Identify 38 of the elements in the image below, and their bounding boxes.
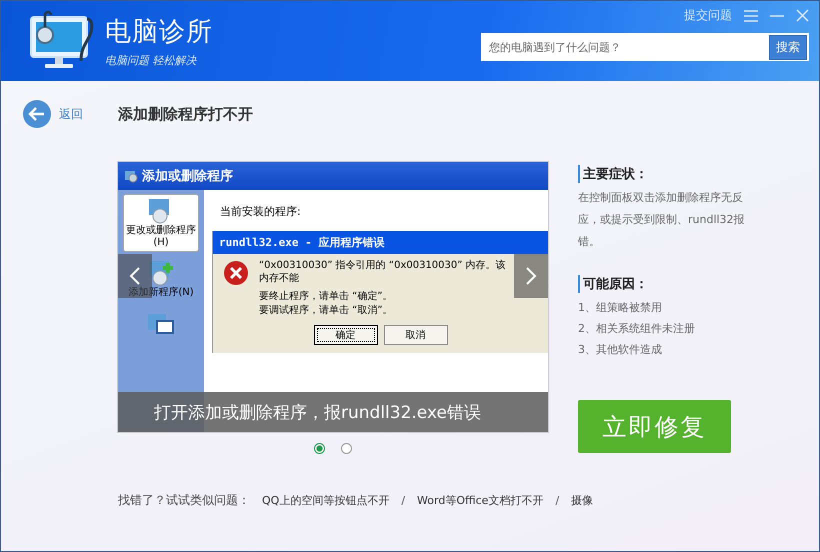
program-icon (124, 169, 138, 183)
slide-caption: 打开添加或删除程序，报rundll32.exe错误 (118, 392, 548, 432)
related-question-link[interactable]: QQ上的空间等按钮点不开 (262, 493, 390, 508)
back-link[interactable]: 返回 (23, 100, 118, 128)
error-message: “0x00310030” 指令引用的 “0x00310030” 内存。该内存不能 (259, 260, 507, 285)
error-dialog-title: rundll32.exe - 应用程序错误 (213, 231, 548, 254)
cause-item: 1、组策略被禁用 (578, 300, 663, 316)
program-sidebar-item[interactable]: 更改或删除程序(H) (123, 194, 199, 252)
dialog-button[interactable]: 确定 (314, 325, 378, 345)
cause-item: 2、相关系统组件未注册 (578, 321, 696, 337)
page-title: 添加删除程序打不开 (118, 104, 253, 124)
error-instruction: 要调试程序，请单击 “取消”。 (259, 305, 394, 317)
carousel-dot[interactable] (341, 443, 352, 454)
related-question-link[interactable]: 摄像 (571, 493, 594, 508)
search-field[interactable]: 您的电脑遇到了什么问题？ 搜索 (481, 33, 809, 61)
close-icon[interactable] (796, 9, 809, 22)
symptoms-text: 在控制面板双击添加删除程序无反应，或提示受到限制、rundll32报错。 (578, 190, 746, 250)
separator-slash: / (401, 494, 406, 507)
related-question-link[interactable]: Word等Office文档打不开 (417, 493, 544, 508)
chevron-right-icon (525, 266, 537, 286)
dialog-button[interactable]: 取消 (384, 325, 448, 345)
cause-item: 3、其他软件造成 (578, 342, 663, 358)
search-button[interactable]: 搜索 (769, 34, 807, 60)
separator-slash: / (555, 494, 560, 507)
program-sidebar-item[interactable]: 添加新程序(N) (123, 256, 199, 302)
symptoms-heading: 主要症状： (578, 165, 768, 183)
causes-heading: 可能原因： (578, 275, 768, 293)
error-icon (223, 260, 249, 286)
window-title: 添加或删除程序 (142, 168, 233, 185)
related-label: 找错了？试试类似问题： (118, 492, 250, 509)
error-instruction: 要终止程序，请单击 “确定”。 (259, 291, 394, 303)
installed-programs-heading: 当前安装的程序: (220, 204, 302, 219)
app-name: 电脑诊所 (105, 16, 213, 49)
menu-icon[interactable] (744, 10, 758, 22)
app-slogan: 电脑问题 轻松解决 (105, 53, 198, 68)
chevron-left-icon (129, 266, 141, 286)
next-slide-button[interactable] (514, 254, 548, 298)
carousel-dot[interactable] (314, 443, 325, 454)
